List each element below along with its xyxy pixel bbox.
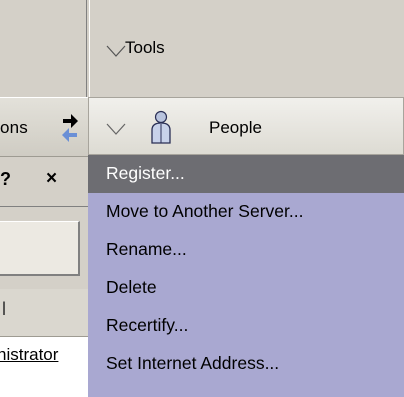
close-icon[interactable]: × [46, 168, 57, 190]
menu-item-label: Set Internet Address... [106, 353, 280, 373]
menu-item-move-server[interactable]: Move to Another Server... [88, 193, 404, 231]
column-header-label: l [2, 299, 6, 319]
person-icon [151, 110, 171, 144]
column-header[interactable]: l [0, 289, 88, 337]
menu-item-label: Register... [106, 163, 185, 183]
swap-arrows-icon[interactable] [61, 111, 79, 145]
left-button[interactable] [0, 221, 80, 276]
menu-item-rename[interactable]: Rename... [88, 231, 404, 269]
tools-section[interactable]: Tools [90, 0, 404, 97]
menu-item-label: Recertify... [106, 315, 189, 335]
list-item[interactable]: nistrator [0, 345, 58, 365]
menu-item-delete[interactable]: Delete [88, 269, 404, 307]
collapse-triangle-icon [106, 123, 126, 135]
people-menu: Register... Move to Another Server... Re… [88, 155, 404, 397]
people-label: People [209, 118, 262, 137]
people-section-header[interactable]: People [88, 97, 404, 155]
options-bar: ons [0, 97, 88, 157]
menu-item-label: Delete [106, 277, 157, 297]
collapse-triangle-icon [106, 45, 126, 57]
menu-item-label: Rename... [106, 239, 187, 259]
options-label: ons [0, 118, 29, 137]
menu-item-label: Move to Another Server... [106, 201, 304, 221]
left-field-area [0, 207, 88, 289]
left-tab-strip: ? × [0, 157, 88, 207]
tools-label: Tools [125, 38, 165, 57]
menu-item-set-internet-address[interactable]: Set Internet Address... [88, 345, 404, 383]
list-area: nistrator [0, 337, 88, 397]
menu-item-register[interactable]: Register... [88, 155, 404, 193]
menu-item-recertify[interactable]: Recertify... [88, 307, 404, 345]
left-panel-top [0, 0, 88, 97]
help-icon[interactable]: ? [0, 169, 11, 190]
